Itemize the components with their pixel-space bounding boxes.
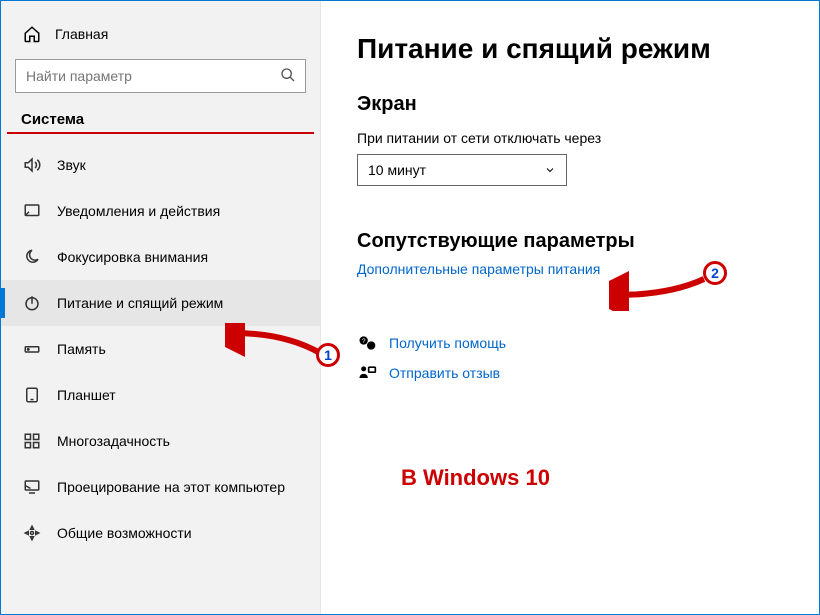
settings-sidebar: Главная Система Звук Уведомления и дейст…	[1, 1, 321, 614]
search-icon	[280, 67, 296, 83]
tablet-icon	[23, 386, 41, 404]
annotation-arrow-1	[225, 323, 325, 363]
projecting-icon	[23, 478, 41, 496]
related-heading: Сопутствующие параметры	[357, 230, 783, 253]
nav-item-multitask[interactable]: Многозадачность	[1, 418, 320, 464]
home-icon	[23, 25, 41, 43]
svg-text:?: ?	[362, 338, 366, 345]
power-icon	[23, 294, 41, 312]
section-header-system: Система	[7, 111, 314, 134]
page-title: Питание и спящий режим	[357, 33, 783, 65]
nav-label: Память	[57, 341, 106, 357]
screen-timeout-select[interactable]: 10 минут	[357, 154, 567, 186]
annotation-badge-2: 2	[703, 261, 727, 285]
notifications-icon	[23, 202, 41, 220]
annotation-badge-1: 1	[316, 343, 340, 367]
nav-label: Многозадачность	[57, 433, 170, 449]
chevron-down-icon	[544, 164, 556, 176]
select-value: 10 минут	[368, 162, 426, 178]
home-label: Главная	[55, 26, 108, 42]
annotation-arrow-2	[609, 271, 709, 311]
shared-icon	[23, 524, 41, 542]
sound-icon	[23, 156, 41, 174]
main-panel: Питание и спящий режим Экран При питании…	[321, 1, 819, 614]
nav-item-shared[interactable]: Общие возможности	[1, 510, 320, 556]
home-nav[interactable]: Главная	[1, 19, 320, 59]
search-box[interactable]	[15, 59, 306, 93]
nav-item-tablet[interactable]: Планшет	[1, 372, 320, 418]
search-input[interactable]	[15, 59, 306, 93]
nav-item-sound[interactable]: Звук	[1, 142, 320, 188]
get-help-icon: ?	[357, 333, 377, 353]
focus-icon	[23, 248, 41, 266]
help-links: ? Получить помощь Отправить отзыв	[357, 333, 783, 383]
feedback-icon	[357, 363, 377, 383]
nav-label: Уведомления и действия	[57, 203, 220, 219]
nav-label: Фокусировка внимания	[57, 249, 208, 265]
nav-item-power[interactable]: Питание и спящий режим	[1, 280, 320, 326]
nav-item-notifications[interactable]: Уведомления и действия	[1, 188, 320, 234]
feedback-link[interactable]: Отправить отзыв	[357, 363, 783, 383]
feedback-label[interactable]: Отправить отзыв	[389, 365, 500, 381]
annotation-text: В Windows 10	[401, 465, 550, 491]
nav-label: Питание и спящий режим	[57, 295, 223, 311]
nav-label: Общие возможности	[57, 525, 192, 541]
screen-heading: Экран	[357, 93, 783, 116]
screen-field-label: При питании от сети отключать через	[357, 130, 783, 146]
help-label[interactable]: Получить помощь	[389, 335, 506, 351]
multitask-icon	[23, 432, 41, 450]
nav-label: Звук	[57, 157, 86, 173]
storage-icon	[23, 340, 41, 358]
nav-item-focus[interactable]: Фокусировка внимания	[1, 234, 320, 280]
nav-label: Планшет	[57, 387, 116, 403]
nav-label: Проецирование на этот компьютер	[57, 479, 285, 495]
get-help-link[interactable]: ? Получить помощь	[357, 333, 783, 353]
nav-item-projecting[interactable]: Проецирование на этот компьютер	[1, 464, 320, 510]
